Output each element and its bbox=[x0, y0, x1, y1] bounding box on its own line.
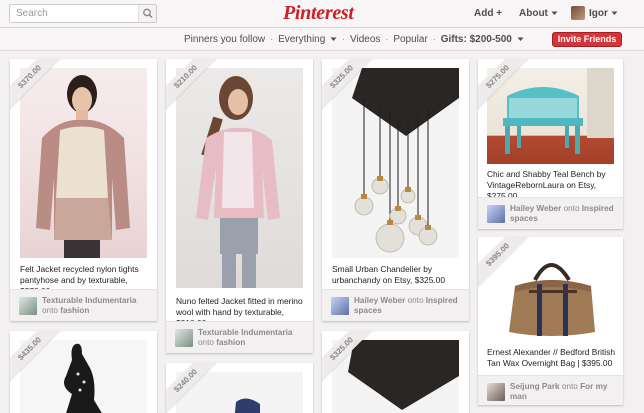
pin-card[interactable]: $325.00 bbox=[322, 331, 469, 413]
chevron-down-icon bbox=[330, 37, 337, 41]
category-nav: Pinners you follow · Everything · Videos… bbox=[0, 29, 644, 51]
attribution-text: Seijung Park onto For my man bbox=[510, 382, 617, 402]
chevron-down-icon bbox=[611, 11, 618, 15]
nav-everything-label: Everything bbox=[278, 34, 326, 45]
pin-card[interactable]: $240.00 bbox=[166, 363, 313, 413]
pin-image[interactable] bbox=[487, 246, 614, 342]
pin-card[interactable]: $395.00 Ernest Alexander // Bedford Brit… bbox=[478, 237, 623, 405]
onto-label: onto bbox=[407, 296, 424, 305]
user-menu[interactable]: Igor bbox=[589, 8, 618, 19]
pinner-name[interactable]: Hailey Weber bbox=[354, 296, 405, 305]
pinterest-logo[interactable]: Pinterest bbox=[283, 2, 354, 25]
pin-image[interactable] bbox=[176, 68, 303, 288]
chandelier-photo bbox=[332, 68, 459, 258]
pin-card[interactable]: $210.00 Nuno felted Jacket fitted in mer… bbox=[166, 59, 313, 353]
nav-separator: · bbox=[341, 34, 346, 45]
chevron-down-icon bbox=[551, 11, 558, 15]
nav-separator: · bbox=[385, 34, 389, 45]
pin-attribution: Texturable Indumentaria onto fashion bbox=[166, 321, 313, 353]
pinner-avatar[interactable] bbox=[175, 329, 193, 347]
overnight-bag-photo bbox=[509, 263, 595, 336]
search-icon bbox=[143, 8, 153, 19]
pin-card[interactable]: $435.00 bbox=[10, 331, 157, 413]
pin-image[interactable] bbox=[487, 68, 614, 164]
about-menu[interactable]: About bbox=[519, 8, 558, 19]
nav-videos[interactable]: Videos bbox=[350, 34, 380, 45]
onto-label: onto bbox=[198, 338, 214, 347]
search-button[interactable] bbox=[138, 5, 156, 22]
board-name[interactable]: fashion bbox=[216, 338, 245, 347]
pin-description: Small Urban Chandelier by urbanchandy on… bbox=[332, 264, 445, 285]
onto-label: onto bbox=[563, 204, 580, 213]
nav-gifts[interactable]: Gifts: $200-500 bbox=[441, 34, 524, 45]
attribution-text: Hailey Weber onto Inspired spaces bbox=[510, 204, 617, 224]
nav-gifts-label: Gifts: $200-500 bbox=[440, 34, 512, 45]
pin-description: Ernest Alexander // Bedford British Tan … bbox=[487, 347, 616, 368]
pin-attribution: Seijung Park onto For my man bbox=[478, 375, 623, 405]
pinner-name[interactable]: Hailey Weber bbox=[510, 204, 561, 213]
user-avatar[interactable] bbox=[571, 6, 585, 20]
pinner-avatar[interactable] bbox=[487, 383, 505, 401]
nav-separator: · bbox=[269, 34, 274, 45]
board-name[interactable]: fashion bbox=[60, 306, 89, 315]
pin-image[interactable] bbox=[332, 68, 459, 258]
pinner-avatar[interactable] bbox=[487, 205, 505, 223]
nav-separator: · bbox=[432, 34, 436, 45]
add-label: Add + bbox=[474, 8, 503, 19]
pinner-avatar[interactable] bbox=[331, 297, 349, 315]
search-input[interactable] bbox=[10, 5, 134, 22]
nav-everything[interactable]: Everything bbox=[278, 34, 337, 45]
pin-attribution: Texturable Indumentaria onto fashion bbox=[10, 289, 157, 321]
pin-image[interactable] bbox=[20, 68, 147, 258]
pin-card[interactable]: $370.00 Felt Jacket recycled nylon tight… bbox=[10, 59, 157, 321]
onto-label: onto bbox=[561, 382, 578, 391]
pin-attribution: Hailey Weber onto Inspired spaces bbox=[478, 197, 623, 229]
pin-card[interactable]: $275.00 Chic and Shabby Teal Bench by Vi… bbox=[478, 59, 623, 229]
pin-attribution: Hailey Weber onto Inspired spaces bbox=[322, 289, 469, 321]
pinner-avatar[interactable] bbox=[19, 297, 37, 315]
chevron-down-icon bbox=[517, 37, 524, 41]
attribution-text: Texturable Indumentaria onto fashion bbox=[42, 296, 151, 316]
user-name-label: Igor bbox=[589, 8, 608, 19]
about-label: About bbox=[519, 8, 548, 19]
invite-friends-button[interactable]: Invite Friends bbox=[552, 32, 622, 47]
felt-jacket-photo bbox=[36, 75, 130, 258]
pinner-name[interactable]: Texturable Indumentaria bbox=[42, 296, 136, 305]
onto-label: onto bbox=[42, 306, 58, 315]
nav-popular[interactable]: Popular bbox=[393, 34, 427, 45]
top-header: Pinterest Add + About Igor bbox=[0, 0, 644, 28]
add-menu[interactable]: Add + bbox=[474, 8, 502, 19]
pin-card[interactable]: $325.00 Small Urban Chandelier by urbanc… bbox=[322, 59, 469, 321]
attribution-text: Texturable Indumentaria onto fashion bbox=[198, 328, 307, 348]
nav-pinners-you-follow[interactable]: Pinners you follow bbox=[184, 34, 265, 45]
pinner-name[interactable]: Seijung Park bbox=[510, 382, 560, 391]
teal-bench-photo bbox=[503, 68, 614, 154]
search-box[interactable] bbox=[9, 4, 157, 23]
pinner-name[interactable]: Texturable Indumentaria bbox=[198, 328, 292, 337]
felted-jacket-photo bbox=[196, 76, 280, 288]
attribution-text: Hailey Weber onto Inspired spaces bbox=[354, 296, 463, 316]
